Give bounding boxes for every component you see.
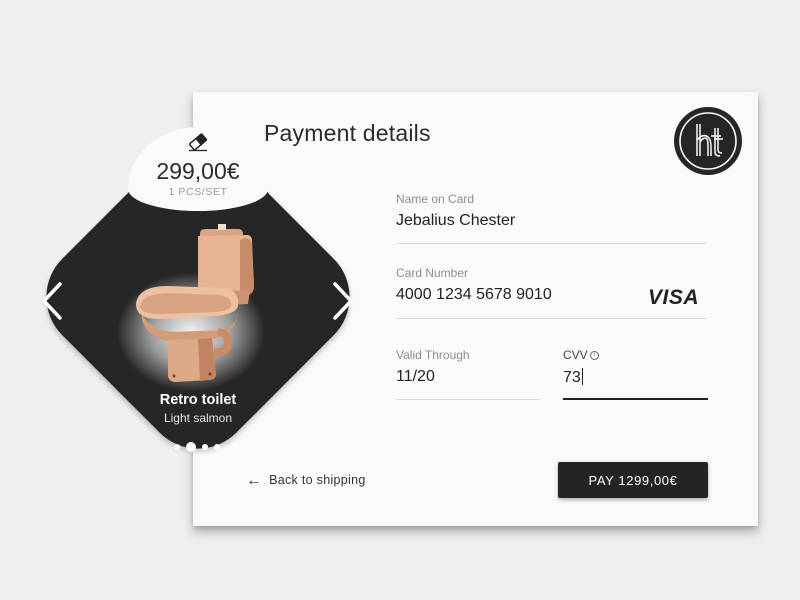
valid-through-underline <box>396 399 540 400</box>
product-price: 299,00€ <box>156 158 240 184</box>
chevron-left-icon[interactable] <box>40 281 64 321</box>
card-number-label: Card Number <box>396 266 469 280</box>
cvv-input[interactable]: 73 <box>563 368 708 387</box>
product-name: Retro toilet <box>159 392 237 408</box>
eraser-icon <box>188 133 208 152</box>
cvv-value: 73 <box>563 369 581 386</box>
product-variant: Light salmon <box>163 411 233 425</box>
cvv-field[interactable]: CVV i 73 <box>563 348 708 401</box>
name-on-card-label: Name on Card <box>396 192 475 206</box>
valid-through-input[interactable]: 11/20 <box>396 368 540 386</box>
cvv-underline <box>563 398 708 400</box>
valid-through-field[interactable]: Valid Through 11/20 <box>396 348 540 401</box>
name-on-card-input[interactable]: Jebalius Chester <box>396 212 707 230</box>
card-number-underline <box>396 318 707 319</box>
carousel-dot[interactable] <box>202 444 208 450</box>
text-cursor <box>581 368 583 385</box>
back-to-shipping-link[interactable]: ← Back to shipping <box>246 472 366 490</box>
info-icon[interactable]: i <box>589 351 599 360</box>
pay-button[interactable]: PAY 1299,00€ <box>558 462 708 498</box>
carousel-dot-active[interactable] <box>186 442 196 452</box>
name-on-card-field[interactable]: Name on Card Jebalius Chester <box>396 192 707 245</box>
arrow-left-icon: ← <box>246 472 263 489</box>
ht-monogram-logo-icon <box>674 107 742 175</box>
cvv-label-row: CVV i <box>563 348 708 362</box>
valid-through-label: Valid Through <box>396 348 470 362</box>
carousel-dot[interactable] <box>214 444 220 450</box>
toilet-product-image <box>136 224 254 382</box>
page-title: Payment details <box>264 120 431 146</box>
chevron-right-icon[interactable] <box>331 281 355 321</box>
carousel-dot[interactable] <box>174 444 180 450</box>
visa-logo: VISA <box>648 286 700 309</box>
back-to-shipping-label: Back to shipping <box>269 473 366 487</box>
cvv-label: CVV <box>563 348 588 362</box>
name-on-card-underline <box>396 243 707 244</box>
checkout-screen: Payment details Name on Card Jebalius Ch… <box>0 0 800 600</box>
product-unit: 1 PCS/SET <box>168 186 228 198</box>
